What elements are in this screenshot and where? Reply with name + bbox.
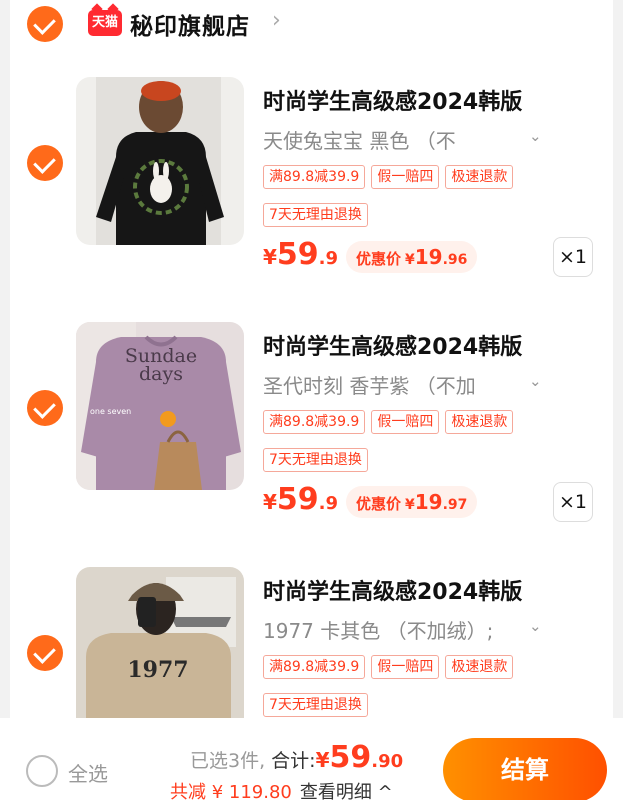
discount-integer: 19 [414,490,443,514]
quantity-stepper[interactable]: ×1 [553,482,593,522]
price-integer: 59 [276,482,319,517]
svg-text:one seven: one seven [90,407,131,416]
promo-tag: 极速退款 [445,655,514,679]
chevron-down-icon[interactable]: ⌄ [529,372,542,390]
promo-tag: 满89.8减39.9 [263,165,366,189]
promo-tags: 满89.8减39.9 假一赔四 极速退款 [263,655,514,679]
selected-count: 已选3件, [190,750,266,772]
promo-tag: 假一赔四 [371,655,440,679]
sku-selector[interactable]: 圣代时刻 香芋紫 （不加 [263,370,553,400]
price-decimal: .9 [318,493,339,514]
promo-tags: 满89.8减39.9 假一赔四 极速退款 [263,410,514,434]
discount-line: 共减 ¥ 119.80 查看明细 ^ [170,778,393,800]
tmall-logo-icon: 天猫 [88,10,122,36]
product-image[interactable]: Sundae days one seven [76,322,244,490]
checkout-bar: 全选 已选3件, 合计:¥59.90 共减 ¥ 119.80 查看明细 ^ 结算 [0,718,623,800]
item-checkbox[interactable] [27,635,63,671]
quantity-stepper[interactable]: ×1 [553,237,593,277]
total-decimal: .90 [371,751,404,772]
currency-symbol: ¥ [263,245,277,269]
total-integer: 59 [329,740,372,775]
promo-tag: 极速退款 [445,410,514,434]
svg-text:1977: 1977 [127,657,188,683]
checkout-button[interactable]: 结算 [443,738,607,800]
total-label: 合计: [265,750,316,772]
product-title[interactable]: 时尚学生高级感2024韩版 [263,329,522,361]
item-checkbox[interactable] [27,390,63,426]
total-discount: 共减 ¥ 119.80 [170,782,292,800]
promo-tag: 假一赔四 [371,165,440,189]
shop-name[interactable]: 秘印旗舰店 [130,7,250,41]
discount-label: 优惠价 [356,250,402,268]
currency-symbol: ¥ [405,497,415,513]
view-details-link[interactable]: 查看明细 ^ [300,782,393,800]
cart-item: 1977 时尚学生高级感2024韩版 1977 卡其色 （不加绒）; ⌄ 满89… [10,567,613,718]
promo-tags: 满89.8减39.9 假一赔四 极速退款 [263,165,514,189]
select-all-radio[interactable] [26,755,58,787]
shop-checkbox[interactable] [27,6,63,42]
chevron-down-icon[interactable]: ⌄ [529,127,542,145]
total-price: ¥59.90 [315,740,404,775]
discount-integer: 19 [414,245,443,269]
price-decimal: .9 [318,248,339,269]
chevron-down-icon[interactable]: ⌄ [529,617,542,635]
promo-tag: 满89.8减39.9 [263,410,366,434]
currency-symbol: ¥ [315,748,330,772]
summary-line: 已选3件, 合计:¥59.90 [190,740,403,775]
product-image[interactable]: 1977 [76,567,244,718]
promo-tag: 假一赔四 [371,410,440,434]
shop-cart-card: 天猫 秘印旗舰店 › 时尚学生高级感2024韩版 天使兔宝宝 黑色 （不 ⌄ 满… [10,0,613,760]
return-policy-tag: 7天无理由退换 [263,693,368,717]
return-policy-tag: 7天无理由退换 [263,448,368,472]
shop-header[interactable]: 天猫 秘印旗舰店 › [10,0,613,50]
product-image[interactable] [76,77,244,245]
price-integer: 59 [276,237,319,272]
select-all-label[interactable]: 全选 [68,758,108,787]
chevron-right-icon[interactable]: › [272,8,281,33]
svg-text:days: days [139,363,183,385]
product-title[interactable]: 时尚学生高级感2024韩版 [263,574,522,606]
cart-item: 时尚学生高级感2024韩版 天使兔宝宝 黑色 （不 ⌄ 满89.8减39.9 假… [10,77,613,322]
discount-price-badge: 优惠价 ¥19.97 [346,486,478,518]
sku-selector[interactable]: 天使兔宝宝 黑色 （不 [263,125,553,155]
promo-tag: 满89.8减39.9 [263,655,366,679]
discount-label: 优惠价 [356,495,402,513]
return-policy-tag: 7天无理由退换 [263,203,368,227]
discount-decimal: .97 [442,497,468,513]
discount-decimal: .96 [442,252,468,268]
price: ¥59.9 [263,237,338,272]
product-title[interactable]: 时尚学生高级感2024韩版 [263,84,522,116]
sku-selector[interactable]: 1977 卡其色 （不加绒）; [263,615,553,645]
currency-symbol: ¥ [263,490,277,514]
cart-item: Sundae days one seven 时尚学生高级感2024韩版 圣代时刻… [10,322,613,567]
promo-tag: 极速退款 [445,165,514,189]
item-checkbox[interactable] [27,145,63,181]
discount-price-badge: 优惠价 ¥19.96 [346,241,478,273]
price: ¥59.9 [263,482,338,517]
currency-symbol: ¥ [405,252,415,268]
